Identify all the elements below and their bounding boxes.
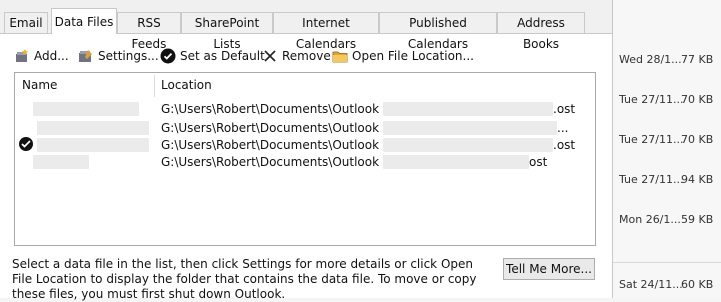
message-date: Tue 27/11... xyxy=(619,93,684,106)
list-item[interactable]: Tue 27/11... 94 KB xyxy=(613,171,721,191)
redacted-filename xyxy=(383,121,557,135)
message-date: Mon 26/1... xyxy=(619,213,681,226)
file-suffix: ... xyxy=(557,121,569,135)
data-files-list[interactable]: Name Location G:\Users\Robert\Documents\… xyxy=(14,72,596,246)
redacted-name xyxy=(33,102,139,116)
table-row[interactable]: G:\Users\Robert\Documents\Outlook Files\… xyxy=(15,152,595,171)
list-item[interactable]: Mon 26/1... 59 KB xyxy=(613,211,721,231)
column-separator xyxy=(154,75,155,97)
message-date: Wed 28/1... xyxy=(619,53,682,66)
tab-bar: Email Data Files RSS Feeds SharePoint Li… xyxy=(0,0,612,51)
account-settings-dialog: Email Data Files RSS Feeds SharePoint Li… xyxy=(0,0,613,301)
file-suffix: .ost xyxy=(553,138,576,152)
tab-published-calendars[interactable]: Published Calendars xyxy=(379,12,497,51)
add-data-file-icon xyxy=(16,49,28,62)
add-label: Add... xyxy=(34,49,69,63)
list-item[interactable]: Tue 27/11... 70 KB xyxy=(613,91,721,111)
redacted-filename xyxy=(383,138,553,152)
message-date: Tue 27/11... xyxy=(619,133,684,146)
message-size: 94 KB xyxy=(681,173,714,186)
redacted-filename xyxy=(383,155,529,169)
tab-rss-feeds[interactable]: RSS Feeds xyxy=(117,12,181,51)
add-button[interactable]: Add... xyxy=(14,46,70,66)
file-location: G:\Users\Robert\Documents\Outlook Files\ xyxy=(161,102,414,116)
message-size: 59 KB xyxy=(681,213,714,226)
list-item[interactable]: Sat 24/11... 60 KB xyxy=(613,276,721,296)
redacted-filename xyxy=(383,102,553,116)
tab-sharepoint-lists[interactable]: SharePoint Lists xyxy=(181,12,273,51)
settings-label: Settings... xyxy=(98,49,159,63)
message-size: 60 KB xyxy=(681,278,714,291)
column-header-location[interactable]: Location xyxy=(161,78,212,92)
tab-address-books[interactable]: Address Books xyxy=(497,12,585,51)
message-size: 70 KB xyxy=(681,93,714,106)
list-divider xyxy=(613,262,721,263)
open-file-location-label: Open File Location... xyxy=(352,49,474,63)
message-size: 77 KB xyxy=(681,53,714,66)
file-suffix: ost xyxy=(529,155,548,169)
settings-icon xyxy=(79,50,92,62)
list-header: Name Location xyxy=(15,73,595,99)
message-date: Tue 27/11... xyxy=(619,173,684,186)
file-location: G:\Users\Robert\Documents\Outlook Files\ xyxy=(161,138,414,152)
file-suffix: .ost xyxy=(553,102,576,116)
tab-internet-calendars[interactable]: Internet Calendars xyxy=(273,12,379,51)
tab-data-files[interactable]: Data Files xyxy=(51,8,117,34)
column-header-name[interactable]: Name xyxy=(22,78,57,92)
help-text: Select a data file in the list, then cli… xyxy=(12,257,477,301)
remove-label: Remove xyxy=(282,49,331,63)
set-as-default-label: Set as Default xyxy=(180,49,265,63)
checkmark-circle-icon xyxy=(160,48,176,64)
table-row[interactable]: G:\Users\Robert\Documents\Outlook Files\… xyxy=(15,99,595,118)
tell-me-more-button[interactable]: Tell Me More... xyxy=(503,258,595,280)
open-file-location-button[interactable]: Open File Location... xyxy=(332,46,474,66)
close-icon xyxy=(264,50,276,62)
redacted-name xyxy=(37,121,149,135)
remove-button[interactable]: Remove xyxy=(262,46,331,66)
message-size: 70 KB xyxy=(681,133,714,146)
file-location: G:\Users\Robert\Documents\Outlook Files\ xyxy=(161,155,414,169)
message-list-background: Wed 28/1... 77 KB Tue 27/11... 70 KB Tue… xyxy=(613,0,721,298)
settings-button[interactable]: Settings... xyxy=(78,46,159,66)
list-item[interactable]: Tue 27/11... 70 KB xyxy=(613,131,721,151)
list-item[interactable]: Wed 28/1... 77 KB xyxy=(613,51,721,71)
default-checkmark-icon xyxy=(19,137,33,151)
toolbar: Add... Settings... Set as Default Remove xyxy=(0,44,612,68)
tab-email[interactable]: Email xyxy=(4,12,48,33)
file-location: G:\Users\Robert\Documents\Outlook Files\ xyxy=(161,121,414,135)
folder-icon xyxy=(332,51,348,63)
set-as-default-button[interactable]: Set as Default xyxy=(160,46,265,66)
redacted-name xyxy=(37,138,149,152)
redacted-name xyxy=(33,155,89,169)
message-date: Sat 24/11... xyxy=(619,278,683,291)
